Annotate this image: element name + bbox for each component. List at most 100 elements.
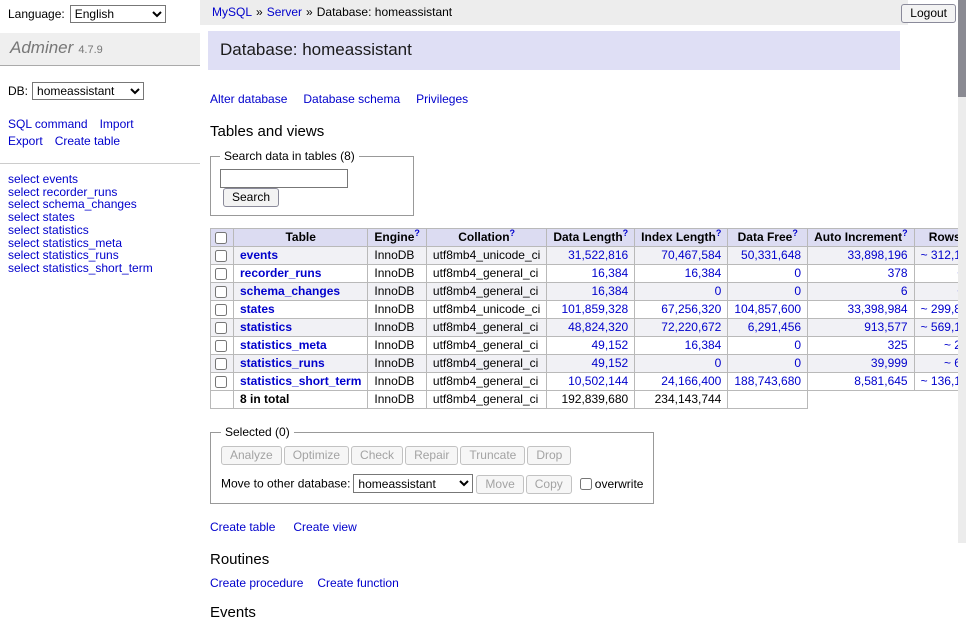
search-button[interactable]: Search [223, 188, 279, 207]
row-checkbox[interactable] [215, 304, 227, 316]
database-schema-link[interactable]: Database schema [303, 92, 400, 106]
data-free-link[interactable]: 0 [794, 266, 801, 280]
index-length-link[interactable]: 24,166,400 [661, 374, 721, 388]
row-checkbox[interactable] [215, 340, 227, 352]
row-checkbox[interactable] [215, 286, 227, 298]
data-length-link[interactable]: 10,502,144 [568, 374, 628, 388]
column-header-data-free: Data Free? [728, 229, 808, 247]
data-free-link[interactable]: 6,291,456 [748, 320, 801, 334]
index-length-link[interactable]: 0 [715, 356, 722, 370]
auto-increment-link[interactable]: 33,398,984 [848, 302, 908, 316]
index-length-link[interactable]: 70,467,584 [661, 248, 721, 262]
auto-increment-link[interactable]: 913,577 [864, 320, 907, 334]
table-name-link[interactable]: schema_changes [240, 284, 340, 298]
cell-auto-increment: 39,999 [808, 355, 915, 373]
search-fieldset: Search data in tables (8) Search [210, 149, 414, 216]
sidebar-table-link[interactable]: select events [8, 173, 192, 186]
data-free-link[interactable]: 104,857,600 [734, 302, 801, 316]
vertical-scrollbar[interactable] [958, 0, 966, 543]
drop-button[interactable]: Drop [527, 446, 571, 465]
data-free-link[interactable]: 0 [794, 356, 801, 370]
data-free-link[interactable]: 0 [794, 338, 801, 352]
overwrite-checkbox[interactable] [580, 478, 592, 490]
auto-increment-link[interactable]: 378 [888, 266, 908, 280]
auto-increment-link[interactable]: 8,581,645 [854, 374, 907, 388]
search-input[interactable] [220, 169, 348, 188]
analyze-button[interactable]: Analyze [221, 446, 282, 465]
move-db-select[interactable]: homeassistant [353, 474, 473, 493]
auto-increment-link[interactable]: 6 [901, 284, 908, 298]
data-length-link[interactable]: 16,384 [591, 284, 628, 298]
table-name-link[interactable]: events [240, 248, 278, 262]
scrollbar-thumb[interactable] [958, 0, 966, 97]
data-length-link[interactable]: 49,152 [591, 338, 628, 352]
sidebar-table-link[interactable]: select states [8, 211, 192, 224]
data-free-link[interactable]: 188,743,680 [734, 374, 801, 388]
column-help-link[interactable]: ? [902, 228, 908, 238]
tables-body: eventsInnoDButf8mb4_unicode_ci31,522,816… [211, 247, 966, 391]
data-length-link[interactable]: 49,152 [591, 356, 628, 370]
copy-button[interactable]: Copy [526, 475, 572, 494]
column-help-link[interactable]: ? [414, 228, 420, 238]
index-length-link[interactable]: 0 [715, 284, 722, 298]
data-length-link[interactable]: 16,384 [591, 266, 628, 280]
table-name-link[interactable]: statistics_runs [240, 356, 325, 370]
column-header-engine: Engine? [368, 229, 427, 247]
breadcrumb-mysql-link[interactable]: MySQL [212, 5, 252, 19]
logout-button[interactable]: Logout [901, 4, 956, 23]
table-name-link[interactable]: statistics [240, 320, 292, 334]
auto-increment-link[interactable]: 33,898,196 [848, 248, 908, 262]
adminer-version[interactable]: 4.7.9 [78, 44, 102, 56]
row-checkbox[interactable] [215, 268, 227, 280]
optimize-button[interactable]: Optimize [284, 446, 349, 465]
table-name-link[interactable]: recorder_runs [240, 266, 321, 280]
row-checkbox[interactable] [215, 358, 227, 370]
import-link[interactable]: Import [100, 117, 134, 131]
select-all-checkbox[interactable] [215, 232, 227, 244]
row-checkbox[interactable] [215, 376, 227, 388]
breadcrumb-server-link[interactable]: Server [267, 5, 302, 19]
db-select[interactable]: homeassistant [32, 82, 144, 100]
column-help-link[interactable]: ? [792, 228, 798, 238]
move-button[interactable]: Move [476, 475, 523, 494]
create-function-link[interactable]: Create function [317, 576, 398, 590]
create-view-link[interactable]: Create view [293, 520, 356, 534]
sidebar-table-link[interactable]: select statistics_short_term [8, 262, 192, 275]
truncate-button[interactable]: Truncate [460, 446, 525, 465]
table-name-link[interactable]: statistics_meta [240, 338, 327, 352]
cell-index-length: 0 [635, 355, 728, 373]
column-help-link[interactable]: ? [716, 228, 722, 238]
cell-data-length: 48,824,320 [547, 319, 635, 337]
adminer-logo-link[interactable]: Adminer [10, 38, 73, 57]
data-free-link[interactable]: 0 [794, 284, 801, 298]
index-length-link[interactable]: 67,256,320 [661, 302, 721, 316]
alter-database-link[interactable]: Alter database [210, 92, 287, 106]
data-free-link[interactable]: 50,331,648 [741, 248, 801, 262]
column-help-link[interactable]: ? [510, 228, 516, 238]
auto-increment-link[interactable]: 325 [888, 338, 908, 352]
check-button[interactable]: Check [351, 446, 403, 465]
totals-label: 8 in total [234, 391, 368, 409]
export-link[interactable]: Export [8, 134, 43, 148]
create-table-sidebar-link[interactable]: Create table [55, 134, 120, 148]
data-length-link[interactable]: 48,824,320 [568, 320, 628, 334]
index-length-link[interactable]: 16,384 [685, 338, 722, 352]
create-procedure-link[interactable]: Create procedure [210, 576, 303, 590]
column-help-link[interactable]: ? [623, 228, 629, 238]
auto-increment-link[interactable]: 39,999 [871, 356, 908, 370]
repair-button[interactable]: Repair [405, 446, 458, 465]
create-table-link[interactable]: Create table [210, 520, 275, 534]
table-name-link[interactable]: statistics_short_term [240, 374, 361, 388]
index-length-link[interactable]: 72,220,672 [661, 320, 721, 334]
index-length-link[interactable]: 16,384 [685, 266, 722, 280]
cell-collation: utf8mb4_general_ci [426, 319, 546, 337]
table-name-link[interactable]: states [240, 302, 275, 316]
language-select[interactable]: English [70, 5, 166, 23]
row-checkbox[interactable] [215, 322, 227, 334]
row-checkbox[interactable] [215, 250, 227, 262]
sidebar-table-link[interactable]: select statistics [8, 224, 192, 237]
data-length-link[interactable]: 101,859,328 [561, 302, 628, 316]
privileges-link[interactable]: Privileges [416, 92, 468, 106]
sql-command-link[interactable]: SQL command [8, 117, 88, 131]
data-length-link[interactable]: 31,522,816 [568, 248, 628, 262]
